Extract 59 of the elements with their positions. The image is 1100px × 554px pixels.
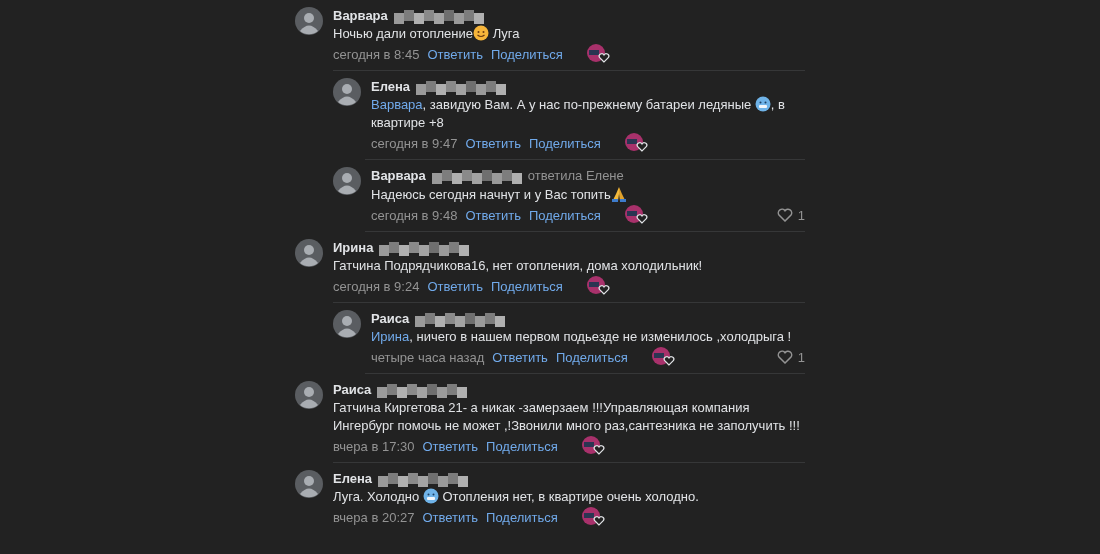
cold-face-icon bbox=[422, 488, 439, 504]
reply-link[interactable]: Ответить bbox=[422, 438, 479, 454]
praying-hands-icon bbox=[610, 185, 627, 202]
avatar-icon[interactable] bbox=[295, 7, 323, 35]
reply-link[interactable]: Ответить bbox=[422, 509, 479, 525]
timestamp: сегодня в 9:47 bbox=[371, 135, 458, 151]
comment-text: Ирина, ничего в нашем первом подьезде не изменилось ,холодрыга ! bbox=[371, 328, 793, 346]
share-link[interactable]: Поделиться bbox=[486, 438, 558, 454]
share-link[interactable]: Поделиться bbox=[490, 278, 563, 294]
comment-text: Луга. Холодно Отопления нет, в квартире очень холодно. bbox=[333, 488, 700, 506]
reply-link[interactable]: Ответить bbox=[492, 349, 548, 365]
reaction-icon[interactable] bbox=[624, 133, 649, 153]
reply-link[interactable]: Ответить bbox=[465, 135, 521, 151]
author-name[interactable]: Варвара bbox=[333, 7, 388, 25]
like-count: 1 bbox=[797, 349, 805, 365]
timestamp: сегодня в 9:48 bbox=[371, 207, 458, 223]
reaction-icon[interactable] bbox=[624, 205, 649, 225]
share-link[interactable]: Поделиться bbox=[528, 135, 601, 151]
reply-target: ответила Елене bbox=[527, 167, 624, 185]
share-link[interactable]: Поделиться bbox=[528, 207, 601, 223]
heart-icon[interactable] bbox=[776, 350, 793, 364]
avatar-icon[interactable] bbox=[333, 310, 361, 338]
author-name[interactable]: Раиса bbox=[371, 310, 410, 328]
author-name[interactable]: Ирина bbox=[333, 239, 374, 257]
comment-text: Ночью дали отопление Луга bbox=[333, 25, 521, 43]
comment-text: Гатчина Подрядчикова16, нет отопления, дома холодильник! bbox=[333, 257, 704, 275]
mention-link[interactable]: Варвара bbox=[371, 97, 423, 112]
author-name[interactable]: Елена bbox=[333, 470, 373, 488]
reply-link[interactable]: Ответить bbox=[427, 46, 483, 62]
smile-icon bbox=[473, 25, 490, 41]
timestamp: сегодня в 8:45 bbox=[333, 46, 420, 62]
comment-text: Надеюсь сегодня начнут и у Вас топить bbox=[371, 185, 805, 204]
reply-link[interactable]: Ответить bbox=[427, 278, 483, 294]
reaction-icon[interactable] bbox=[581, 436, 606, 456]
reaction-icon[interactable] bbox=[586, 44, 611, 64]
cold-face-icon bbox=[754, 96, 771, 112]
reaction-icon[interactable] bbox=[586, 276, 611, 296]
heart-icon[interactable] bbox=[776, 208, 793, 222]
reaction-icon[interactable] bbox=[651, 347, 676, 367]
avatar-icon[interactable] bbox=[295, 381, 323, 409]
avatar-icon[interactable] bbox=[295, 239, 323, 267]
timestamp: четыре часа назад bbox=[371, 349, 485, 365]
author-name[interactable]: Елена bbox=[371, 78, 411, 96]
author-name[interactable]: Варвара bbox=[371, 167, 426, 185]
comment-text: Варвара, завидую Вам. А у нас по-прежнему батареи ледяные , в квартире +8 bbox=[371, 96, 786, 132]
author-name[interactable]: Раиса bbox=[333, 381, 372, 399]
share-link[interactable]: Поделиться bbox=[490, 46, 563, 62]
timestamp: сегодня в 9:24 bbox=[333, 278, 420, 294]
timestamp: вчера в 17:30 bbox=[333, 438, 415, 454]
share-link[interactable]: Поделиться bbox=[555, 349, 628, 365]
like-count: 1 bbox=[797, 207, 805, 223]
avatar-icon[interactable] bbox=[333, 167, 361, 195]
reply-link[interactable]: Ответить bbox=[465, 207, 521, 223]
reaction-icon[interactable] bbox=[581, 507, 606, 527]
avatar-icon[interactable] bbox=[295, 470, 323, 498]
comment-text: Гатчина Киргетова 21- а никак -замерзаем !!!Управляющая компания Ингербург помочь не может ,!Звонили много раз,сантезника не заполучить !!! bbox=[333, 399, 801, 435]
timestamp: вчера в 20:27 bbox=[333, 509, 415, 525]
avatar-icon[interactable] bbox=[333, 78, 361, 106]
share-link[interactable]: Поделиться bbox=[486, 509, 558, 525]
